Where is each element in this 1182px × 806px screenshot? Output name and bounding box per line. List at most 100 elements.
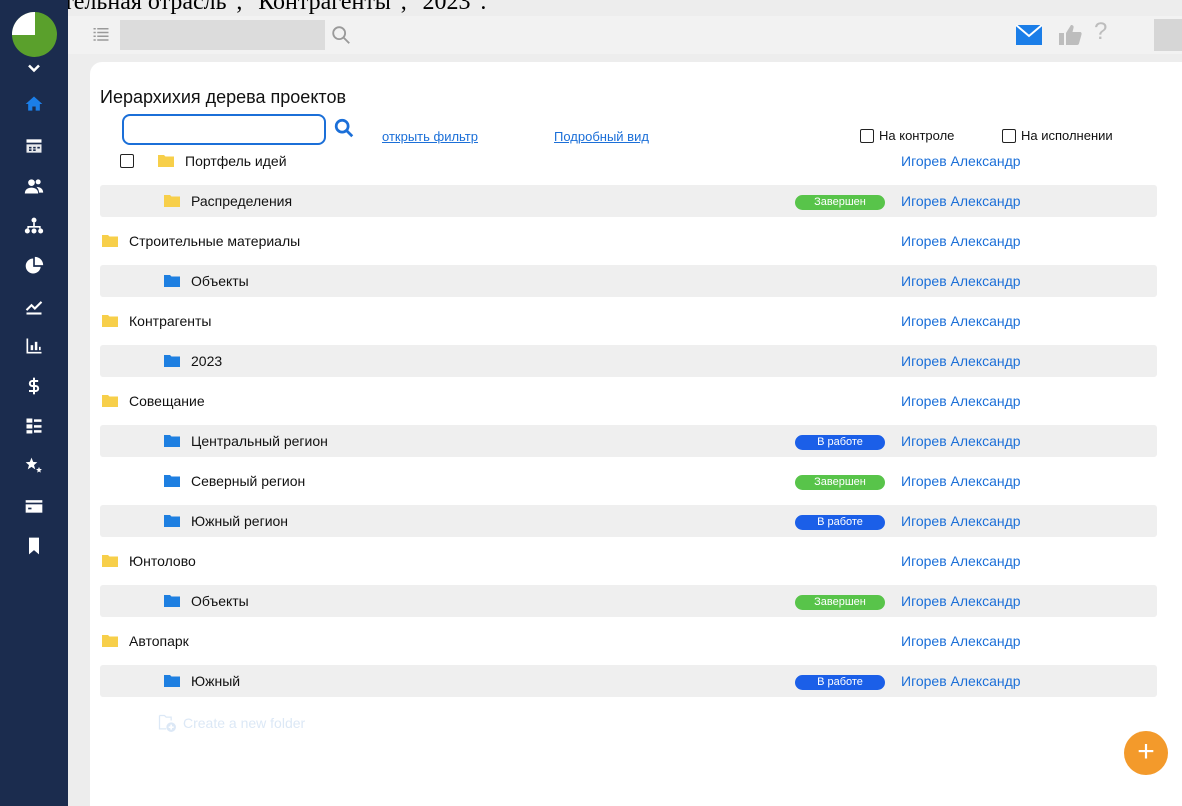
help-icon[interactable]: ?	[1094, 18, 1107, 46]
folder-icon	[164, 195, 180, 207]
row-name[interactable]: Распределения	[191, 193, 292, 209]
folder-icon	[164, 275, 180, 287]
tree-row[interactable]: Центральный регион В работе Игорев Алексан…	[100, 425, 1157, 457]
pie-chart-icon[interactable]	[22, 254, 46, 278]
row-name[interactable]: Совещание	[129, 393, 205, 409]
status-badge: В работе	[795, 435, 885, 450]
org-chart-icon[interactable]	[22, 214, 46, 238]
owner-link[interactable]: Игорев Александр	[901, 633, 1021, 649]
bookmark-icon[interactable]	[22, 534, 46, 558]
folder-icon	[164, 355, 180, 367]
logo[interactable]	[12, 12, 57, 57]
row-name[interactable]: Юнтолово	[129, 553, 196, 569]
owner-link[interactable]: Игорев Александр	[901, 553, 1021, 569]
owner-link[interactable]: Игорев Александр	[901, 593, 1021, 609]
top-bar: ?	[68, 16, 1182, 54]
sidebar	[0, 0, 68, 806]
task-list-icon[interactable]	[22, 414, 46, 438]
row-checkbox[interactable]	[120, 154, 134, 168]
detailed-view-link[interactable]: Подробный вид	[554, 129, 649, 144]
checkbox-box[interactable]	[1002, 128, 1016, 143]
folder-icon	[102, 235, 118, 247]
row-name[interactable]: 2023	[191, 353, 222, 369]
trend-icon[interactable]	[22, 294, 46, 318]
row-name[interactable]: Южный	[191, 673, 240, 689]
stars-icon[interactable]	[22, 454, 46, 478]
status-badge: Завершен	[795, 595, 885, 610]
mail-icon[interactable]	[1016, 25, 1042, 45]
row-name[interactable]: Южный регион	[191, 513, 288, 529]
status-badge: Завершен	[795, 195, 885, 210]
in-execution-checkbox[interactable]: На исполнении	[1002, 128, 1113, 143]
on-control-label: На контроле	[879, 128, 955, 143]
tree-row[interactable]: Объекты Завершен Игорев Александр	[100, 585, 1157, 617]
tree-row[interactable]: Совещание Игорев Александр	[100, 385, 1157, 417]
home-icon[interactable]	[22, 92, 46, 116]
folder-icon	[164, 435, 180, 447]
checkbox-box[interactable]	[860, 128, 874, 143]
folder-icon	[158, 155, 174, 167]
owner-link[interactable]: Игорев Александр	[901, 233, 1021, 249]
owner-link[interactable]: Игорев Александр	[901, 513, 1021, 529]
tree-row[interactable]: Портфель идей Игорев Александр	[100, 145, 1157, 177]
tree-row[interactable]: Контрагенты Игорев Александр	[100, 305, 1157, 337]
page-title: Иерархихия дерева проектов	[100, 87, 347, 107]
owner-link[interactable]: Игорев Александр	[901, 273, 1021, 289]
folder-icon	[164, 675, 180, 687]
chevron-down-icon[interactable]	[22, 56, 46, 80]
dollar-icon[interactable]	[22, 374, 46, 398]
tree-row[interactable]: Юнтолово Игорев Александр	[100, 545, 1157, 577]
tree-row[interactable]: Строительные материалы Игорев Александр	[100, 225, 1157, 257]
new-folder-icon	[158, 714, 176, 732]
tree-row[interactable]: Автопарк Игорев Александр	[100, 625, 1157, 657]
row-name[interactable]: Контрагенты	[129, 313, 211, 329]
search-icon[interactable]	[333, 117, 355, 139]
create-folder-button[interactable]: Create a new folder	[157, 713, 305, 733]
row-name[interactable]: Центральный регион	[191, 433, 328, 449]
folder-icon	[102, 315, 118, 327]
row-name[interactable]: Автопарк	[129, 633, 189, 649]
menu-list-icon[interactable]	[92, 25, 110, 43]
owner-link[interactable]: Игорев Александр	[901, 193, 1021, 209]
card-icon[interactable]	[22, 494, 46, 518]
row-name[interactable]: Северный регион	[191, 473, 305, 489]
avatar[interactable]	[1154, 19, 1182, 51]
row-name[interactable]: Строительные материалы	[129, 233, 300, 249]
status-badge: В работе	[795, 675, 885, 690]
tree-row[interactable]: Южный регион В работе Игорев Александр	[100, 505, 1157, 537]
global-search-input[interactable]	[120, 20, 325, 50]
create-folder-label: Create a new folder	[183, 715, 306, 731]
folder-icon	[102, 635, 118, 647]
owner-link[interactable]: Игорев Александр	[901, 673, 1021, 689]
owner-link[interactable]: Игорев Александр	[901, 393, 1021, 409]
status-badge: В работе	[795, 515, 885, 530]
in-execution-label: На исполнении	[1021, 128, 1113, 143]
open-filter-link[interactable]: открыть фильтр	[382, 129, 478, 144]
folder-icon	[164, 475, 180, 487]
owner-link[interactable]: Игорев Александр	[901, 353, 1021, 369]
owner-link[interactable]: Игорев Александр	[901, 313, 1021, 329]
folder-icon	[102, 555, 118, 567]
owner-link[interactable]: Игорев Александр	[901, 473, 1021, 489]
calendar-icon[interactable]	[22, 134, 46, 158]
tree-filter-input[interactable]	[122, 114, 326, 145]
folder-icon	[164, 515, 180, 527]
tree-row[interactable]: Распределения Завершен Игорев Александр	[100, 185, 1157, 217]
users-icon[interactable]	[22, 174, 46, 198]
tree-row[interactable]: 2023 Игорев Александр	[100, 345, 1157, 377]
tree-row[interactable]: Северный регион Завершен Игорев Александр	[100, 465, 1157, 497]
row-name[interactable]: Объекты	[191, 273, 249, 289]
row-name[interactable]: Портфель идей	[185, 153, 287, 169]
search-icon[interactable]	[330, 24, 352, 46]
row-name[interactable]: Объекты	[191, 593, 249, 609]
bar-chart-icon[interactable]	[22, 334, 46, 358]
on-control-checkbox[interactable]: На контроле	[860, 128, 954, 143]
owner-link[interactable]: Игорев Александр	[901, 433, 1021, 449]
owner-link[interactable]: Игорев Александр	[901, 153, 1021, 169]
folder-icon	[102, 395, 118, 407]
thumbs-up-icon[interactable]	[1058, 23, 1082, 47]
tree-row[interactable]: Объекты Игорев Александр	[100, 265, 1157, 297]
caption-text: Строительная отрасль", "Контрагенты", "2…	[0, 0, 487, 15]
add-button[interactable]: +	[1124, 731, 1168, 775]
tree-row[interactable]: Южный В работе Игорев Александр	[100, 665, 1157, 697]
